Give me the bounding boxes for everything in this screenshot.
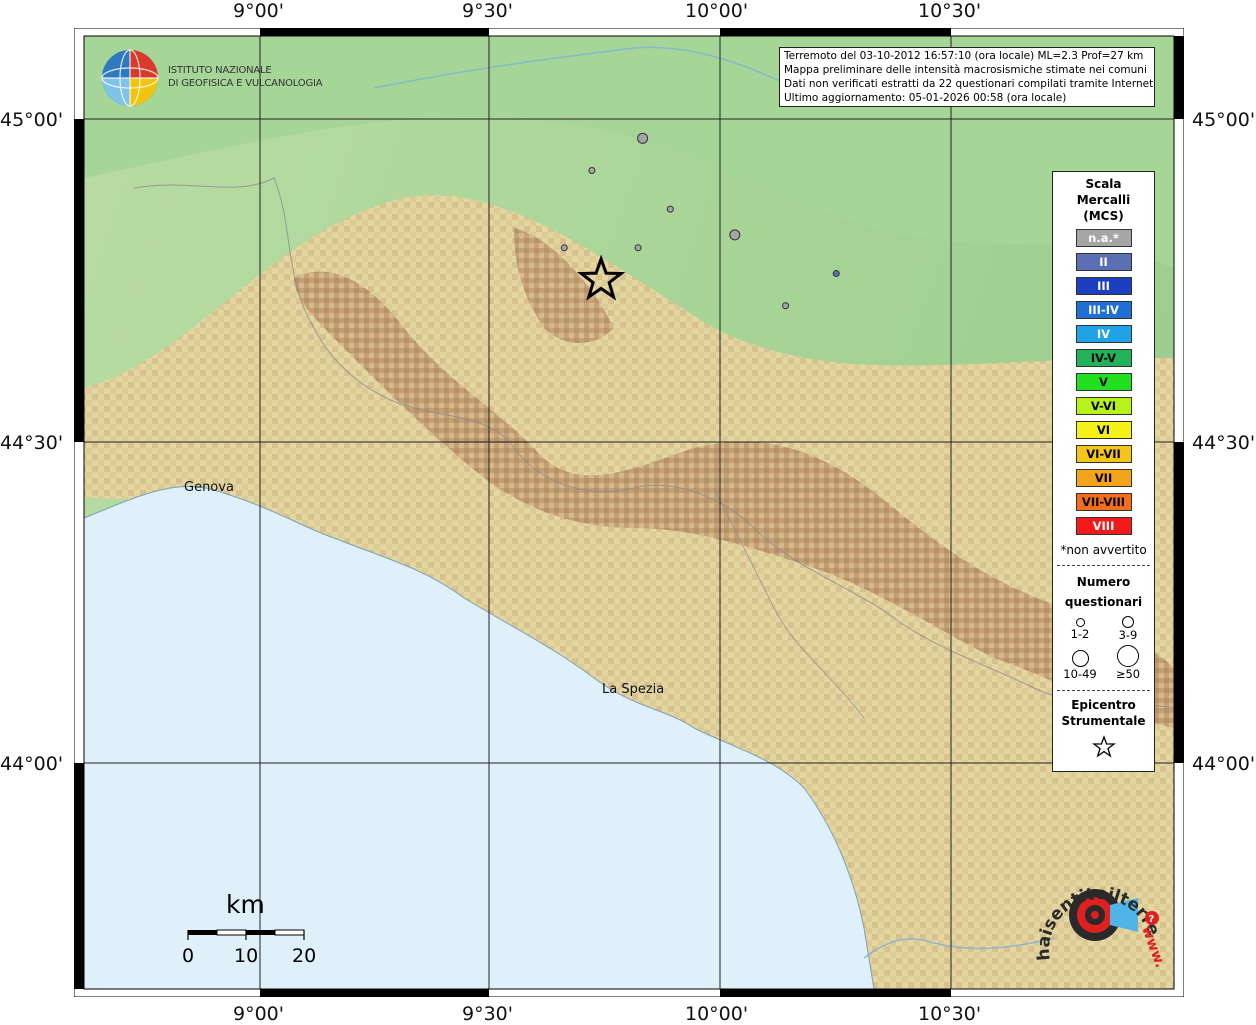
scale-tick-20: 20 (292, 945, 317, 967)
top-lon-label-4: 10°30' (918, 0, 982, 22)
city-label-la-spezia: La Spezia (602, 682, 665, 697)
institute-name: ISTITUTO NAZIONALE DI GEOFISICA E VULCAN… (168, 64, 323, 90)
legend-swatch: III-IV (1075, 301, 1132, 319)
size-item-1-2: 1-2 (1055, 618, 1105, 641)
epicenter-star-icon (1091, 735, 1116, 758)
observation-point (634, 244, 642, 252)
institute-name-line1: ISTITUTO NAZIONALE (168, 65, 272, 76)
intensity-legend: Scala Mercalli (MCS) n.a.* II III III-IV IV I… (1052, 171, 1155, 772)
bottom-lon-label-4: 10°30' (918, 1003, 982, 1025)
bottom-lon-label-1: 9°00' (233, 1003, 284, 1025)
event-info-line2: Mappa preliminare delle intensità macros… (784, 64, 1147, 76)
left-lat-label-2: 44°30' (0, 432, 64, 454)
right-lat-label-1: 45°00' (1192, 109, 1256, 131)
size-circle-icon (1117, 645, 1139, 667)
questionnaires-title: Numero questionari (1053, 572, 1154, 612)
legend-swatch: VI (1075, 421, 1132, 439)
epicenter-title-line2: Strumentale (1061, 714, 1146, 728)
size-circle-icon (1075, 618, 1085, 627)
legend-swatch: VII (1075, 469, 1132, 487)
city-label-genova: Genova (184, 480, 234, 495)
legend-swatch: IV (1075, 325, 1132, 343)
size-label: 3-9 (1118, 628, 1138, 642)
bottom-lon-label-2: 9°30' (462, 1003, 513, 1025)
top-lon-label-3: 10°00' (685, 0, 749, 22)
questionnaires-title-line1: Numero (1076, 575, 1131, 589)
right-lat-label-2: 44°30' (1192, 432, 1256, 454)
svg-text:?: ? (1149, 914, 1155, 925)
epicenter-title-line1: Epicentro (1071, 698, 1136, 712)
event-info-line3: Dati non verificati estratti da 22 quest… (784, 78, 1155, 90)
questionnaires-title-line2: questionari (1064, 595, 1143, 609)
observation-point (666, 205, 674, 213)
legend-swatch: V (1075, 373, 1132, 391)
legend-divider (1057, 565, 1150, 566)
scale-bar-unit: km (226, 890, 265, 919)
legend-swatch: II (1075, 253, 1132, 271)
questionnaire-size-grid: 1-2 3-9 10-49 ≥50 (1053, 612, 1154, 682)
legend-title-line1: Scala (1085, 177, 1122, 191)
terrain-layer (83, 36, 1175, 990)
legend-title-line2: Mercalli (1076, 193, 1131, 207)
size-item-50-plus: ≥50 (1103, 645, 1153, 681)
size-item-3-9: 3-9 (1103, 616, 1153, 642)
legend-note: *non avvertito (1060, 543, 1147, 557)
map-canvas (74, 28, 1184, 997)
size-circle-icon (1071, 650, 1089, 667)
legend-swatch: VII-VIII (1075, 493, 1132, 511)
size-circle-icon (1122, 616, 1134, 628)
legend-swatch: VI-VII (1075, 445, 1132, 463)
epicenter-title: Epicentro Strumentale (1053, 697, 1154, 729)
legend-swatch: IV-V (1075, 349, 1132, 367)
observation-point (832, 270, 840, 278)
event-info-line4: Ultimo aggiornamento: 05-01-2026 00:58 (… (784, 92, 1067, 104)
haisentito-logo: haisentitoilterremoto.it www. ? (1030, 860, 1168, 970)
size-label: ≥50 (1115, 667, 1141, 681)
legend-swatch: III (1075, 277, 1132, 295)
size-item-10-49: 10-49 (1055, 650, 1105, 681)
observation-point (729, 229, 741, 241)
observation-point (637, 132, 649, 144)
ingv-globe-icon (101, 49, 159, 107)
legend-swatch: n.a.* (1075, 229, 1132, 247)
event-info-box: Terremoto del 03-10-2012 16:57:10 (ora l… (779, 47, 1155, 107)
legend-swatch: V-VI (1075, 397, 1132, 415)
top-lon-label-2: 9°30' (462, 0, 513, 22)
size-label: 1-2 (1070, 627, 1090, 641)
legend-swatch: VIII (1075, 517, 1132, 535)
event-info-line1: Terremoto del 03-10-2012 16:57:10 (ora l… (784, 50, 1144, 62)
legend-title-line3: (MCS) (1083, 209, 1124, 223)
observation-point (560, 244, 568, 252)
legend-divider (1057, 690, 1150, 691)
left-lat-label-3: 44°00' (0, 753, 64, 775)
observation-point (782, 302, 790, 310)
left-lat-label-1: 45°00' (0, 109, 64, 131)
scale-tick-10: 10 (234, 945, 259, 967)
observation-point (588, 167, 596, 175)
legend-swatch-list: n.a.* II III III-IV IV IV-V V V-VI VI VI-VII VII VI… (1053, 229, 1154, 535)
scale-tick-0: 0 (182, 945, 195, 967)
legend-title: Scala Mercalli (MCS) (1053, 176, 1154, 224)
top-lon-label-1: 9°00' (233, 0, 284, 22)
institute-name-line2: DI GEOFISICA E VULCANOLOGIA (168, 78, 323, 89)
size-label: 10-49 (1063, 667, 1097, 681)
haisentito-www: www. (1138, 924, 1168, 970)
scale-bar (187, 929, 305, 940)
bottom-lon-label-3: 10°00' (685, 1003, 749, 1025)
right-lat-label-3: 44°00' (1192, 753, 1256, 775)
